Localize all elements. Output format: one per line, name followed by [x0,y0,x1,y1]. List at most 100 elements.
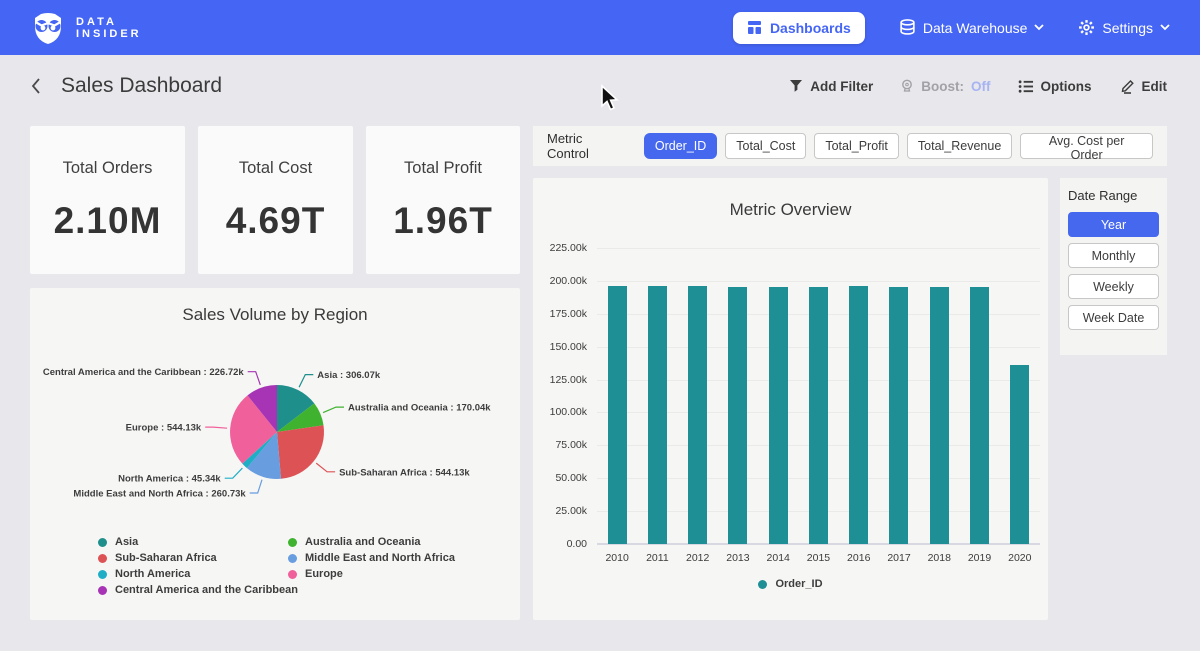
y-tick-label: 125.00k [550,374,587,386]
legend-dot [98,554,107,563]
y-tick-label: 0.00 [567,538,587,550]
nav-dashboards-button[interactable]: Dashboards [733,12,865,44]
page-title: Sales Dashboard [61,74,222,98]
nav-data-warehouse[interactable]: Data Warehouse [899,19,1045,36]
edit-button[interactable]: Edit [1119,79,1168,94]
y-tick-label: 50.00k [555,472,587,484]
bar-2014[interactable] [769,287,788,544]
date-range-option-weekly[interactable]: Weekly [1068,274,1159,299]
pie-label-line [299,375,313,388]
nav-settings[interactable]: Settings [1078,19,1170,36]
boost-label: Boost: [921,79,964,94]
bar-2013[interactable] [728,287,747,545]
y-tick-label: 150.00k [550,341,587,353]
pie-legend-item: Australia and Oceania [288,534,455,550]
brand-line2: INSIDER [76,28,142,40]
bar-2019[interactable] [970,287,989,544]
options-button[interactable]: Options [1018,79,1092,94]
metric-option-total-profit[interactable]: Total_Profit [814,133,899,159]
legend-label: Asia [115,536,138,548]
x-tick-label: 2020 [1000,552,1040,564]
metric-option-order-id[interactable]: Order_ID [644,133,717,159]
add-filter-button[interactable]: Add Filter [789,79,873,94]
x-tick-label: 2011 [637,552,677,564]
kpi-label: Total Orders [63,159,153,178]
x-tick-label: 2013 [718,552,758,564]
database-icon [899,19,916,36]
bar-2016[interactable] [849,286,868,544]
y-tick-label: 175.00k [550,308,587,320]
pie-slice-label: North America : 45.34k [118,474,221,485]
bar-2010[interactable] [608,286,627,544]
bar-2020[interactable] [1010,365,1029,544]
pie-legend-item: Asia [98,534,298,550]
date-range-option-week-date[interactable]: Week Date [1068,305,1159,330]
bar-2011[interactable] [648,286,667,544]
boost-rocket-icon [900,79,914,94]
y-tick-label: 200.00k [550,275,587,287]
bar-chart-y-axis: 225.00k200.00k175.00k150.00k125.00k100.0… [533,248,591,544]
legend-dot [98,586,107,595]
x-tick-label: 2014 [758,552,798,564]
x-tick-label: 2018 [919,552,959,564]
kpi-label: Total Cost [239,159,312,178]
legend-label: Australia and Oceania [305,536,421,548]
bar-2012[interactable] [688,286,707,545]
pie-slice-label: Central America and the Caribbean : 226.… [43,367,245,378]
pie-label-line [248,372,261,385]
bar-chart-title: Metric Overview [533,200,1048,220]
legend-label: Central America and the Caribbean [115,584,298,596]
x-tick-label: 2012 [678,552,718,564]
dashboard-grid-icon [747,20,762,35]
options-list-icon [1018,79,1034,94]
pie-label-line [316,463,335,472]
chevron-down-icon [1034,24,1044,31]
brand-logo[interactable]: DATA INSIDER [30,10,142,46]
date-range-option-monthly[interactable]: Monthly [1068,243,1159,268]
metric-option-total-revenue[interactable]: Total_Revenue [907,133,1012,159]
metric-option-avg-cost-per-order[interactable]: Avg. Cost per Order [1020,133,1153,159]
legend-label: North America [115,568,190,580]
bar-chart-card: Metric Overview 225.00k 200.00k 175.00k 150… [533,178,1048,620]
bar-2015[interactable] [809,287,828,545]
legend-dot [288,554,297,563]
pie-label-line [250,480,262,493]
bar-chart-x-axis: 2010201120122013201420152016201720182019… [597,552,1040,564]
pie-legend-item: Europe [288,566,455,582]
brand-line1: DATA [76,16,142,28]
pie-label-line [225,468,243,478]
pie-slice-label: Sub-Saharan Africa : 544.13k [339,467,470,478]
legend-label: Order_ID [775,578,822,590]
date-range-label: Date Range [1068,188,1159,203]
bar-2018[interactable] [930,287,949,544]
x-tick-label: 2010 [597,552,637,564]
pie-legend-item: North America [98,566,298,582]
legend-dot [288,538,297,547]
pie-slice-label: Asia : 306.07k [317,370,381,381]
boost-toggle[interactable]: Boost: Off [900,79,990,94]
pie-legend-item: Middle East and North Africa [288,550,455,566]
edit-pencil-icon [1119,79,1135,94]
boost-state: Off [971,79,991,94]
legend-dot [98,538,107,547]
bar-2017[interactable] [889,287,908,544]
date-range-option-year[interactable]: Year [1068,212,1159,237]
y-tick-label: 225.00k [550,242,587,254]
filter-funnel-icon [789,79,803,93]
metric-option-total-cost[interactable]: Total_Cost [725,133,806,159]
chevron-left-icon [29,76,43,96]
pie-legend-column-1: Asia Sub-Saharan Africa North America Centr… [98,534,298,598]
kpi-value: 1.96T [393,200,493,242]
x-tick-label: 2019 [959,552,999,564]
legend-dot [758,580,767,589]
back-button[interactable] [27,74,45,98]
y-tick-label: 75.00k [555,439,587,451]
y-tick-label: 100.00k [550,406,587,418]
pie-label-line [205,427,227,428]
legend-label: Sub-Saharan Africa [115,552,217,564]
legend-label: Europe [305,568,343,580]
kpi-total-profit: Total Profit 1.96T [366,126,520,274]
date-range-options: Year Monthly Weekly Week Date [1068,212,1159,330]
pie-slice[interactable] [277,425,324,479]
pie-legend-item: Central America and the Caribbean [98,582,298,598]
